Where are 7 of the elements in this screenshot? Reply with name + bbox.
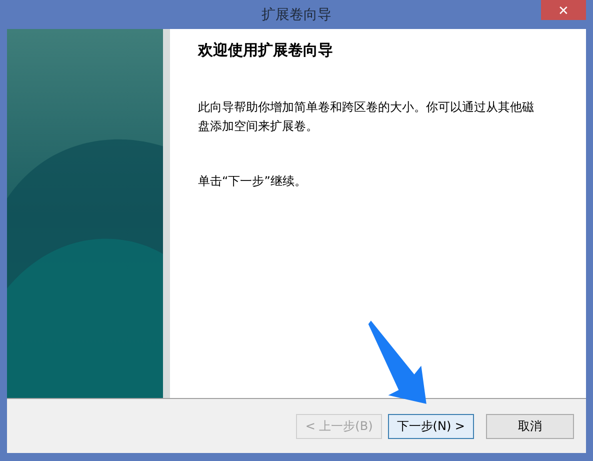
- wizard-button[interactable]: 下一步(N) >: [388, 414, 474, 438]
- wizard-button[interactable]: 取消: [486, 414, 574, 438]
- window-title: 扩展卷向导: [262, 6, 332, 24]
- close-button[interactable]: ✕: [541, 0, 586, 20]
- wizard-heading: 欢迎使用扩展卷向导: [198, 41, 334, 60]
- description-text: 单击“下一步”继续。: [198, 173, 308, 190]
- description-text: 此向导帮助你增加简单卷和跨区卷的大小。你可以通过从其他磁盘添加空间来扩展卷。: [198, 99, 535, 135]
